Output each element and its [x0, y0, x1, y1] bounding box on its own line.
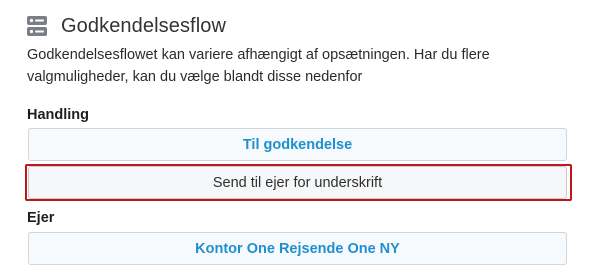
approval-flow-panel: Godkendelsesflow Godkendelsesflowet kan …: [0, 0, 610, 277]
panel-description: Godkendelsesflowet kan variere afhængigt…: [27, 47, 490, 85]
option-owner-kontor-one[interactable]: Kontor One Rejsende One NY: [28, 232, 567, 265]
handling-label: Handling: [27, 107, 90, 123]
option-til-godkendelse[interactable]: Til godkendelse: [28, 128, 567, 161]
panel-header: Godkendelsesflow: [27, 12, 226, 40]
option-send-til-ejer[interactable]: Send til ejer for underskrift: [28, 166, 567, 199]
owner-label: Ejer: [27, 210, 55, 226]
server-icon: [27, 16, 47, 36]
panel-title: Godkendelsesflow: [61, 14, 227, 37]
